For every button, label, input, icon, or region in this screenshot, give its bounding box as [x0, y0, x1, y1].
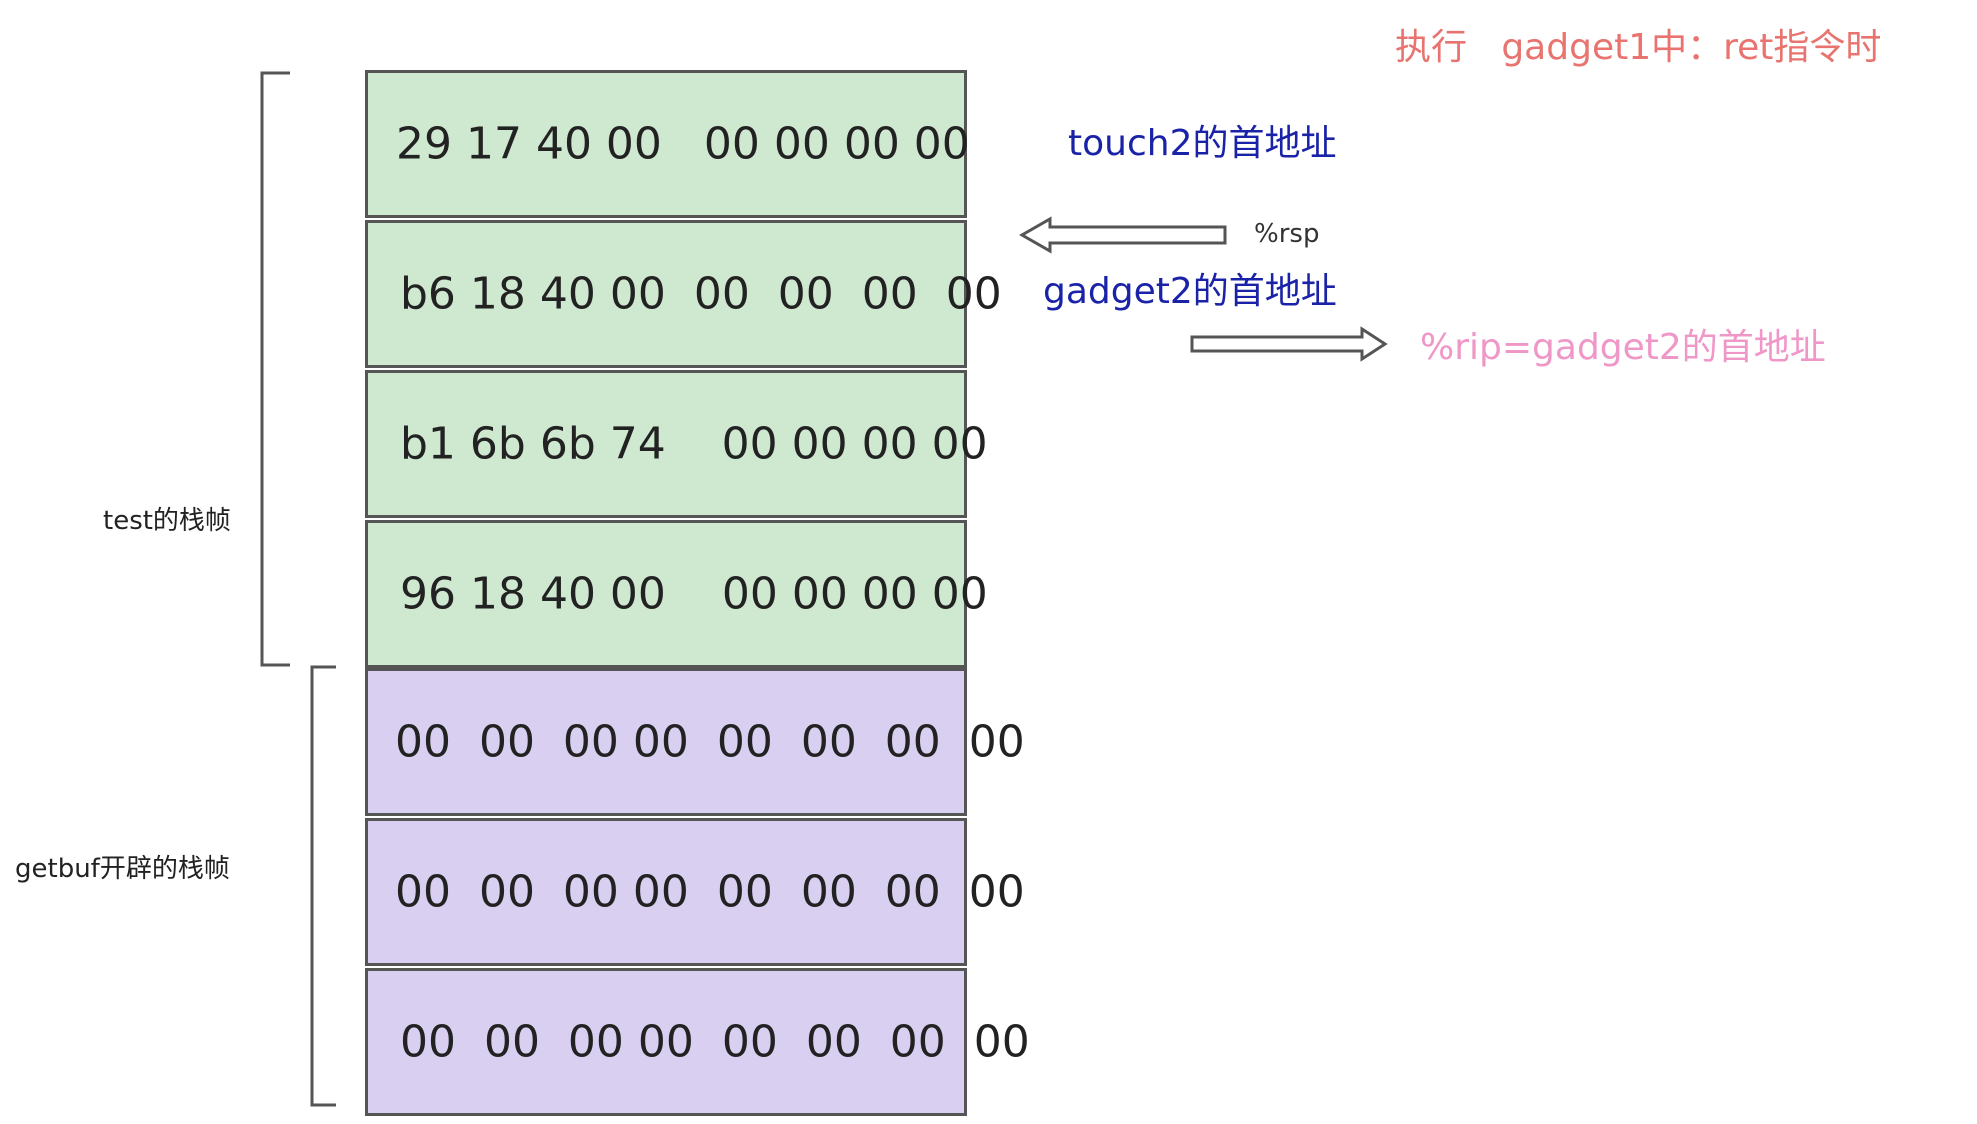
diagram-overlay — [260, 71, 1388, 1107]
touch2-address-label: touch2的首地址 — [1068, 123, 1337, 164]
getbuf-frame-bracket — [310, 665, 336, 1107]
getbuf-frame-label: getbuf开辟的栈帧 — [15, 854, 230, 884]
rip-arrow — [1190, 326, 1388, 362]
gadget2-address-label: gadget2的首地址 — [1043, 271, 1337, 312]
test-frame-bracket — [260, 71, 290, 667]
rip-label: %rip=gadget2的首地址 — [1420, 327, 1826, 368]
rsp-label: %rsp — [1254, 219, 1320, 249]
rsp-arrow — [1018, 216, 1227, 254]
test-frame-label: test的栈帧 — [103, 506, 231, 536]
